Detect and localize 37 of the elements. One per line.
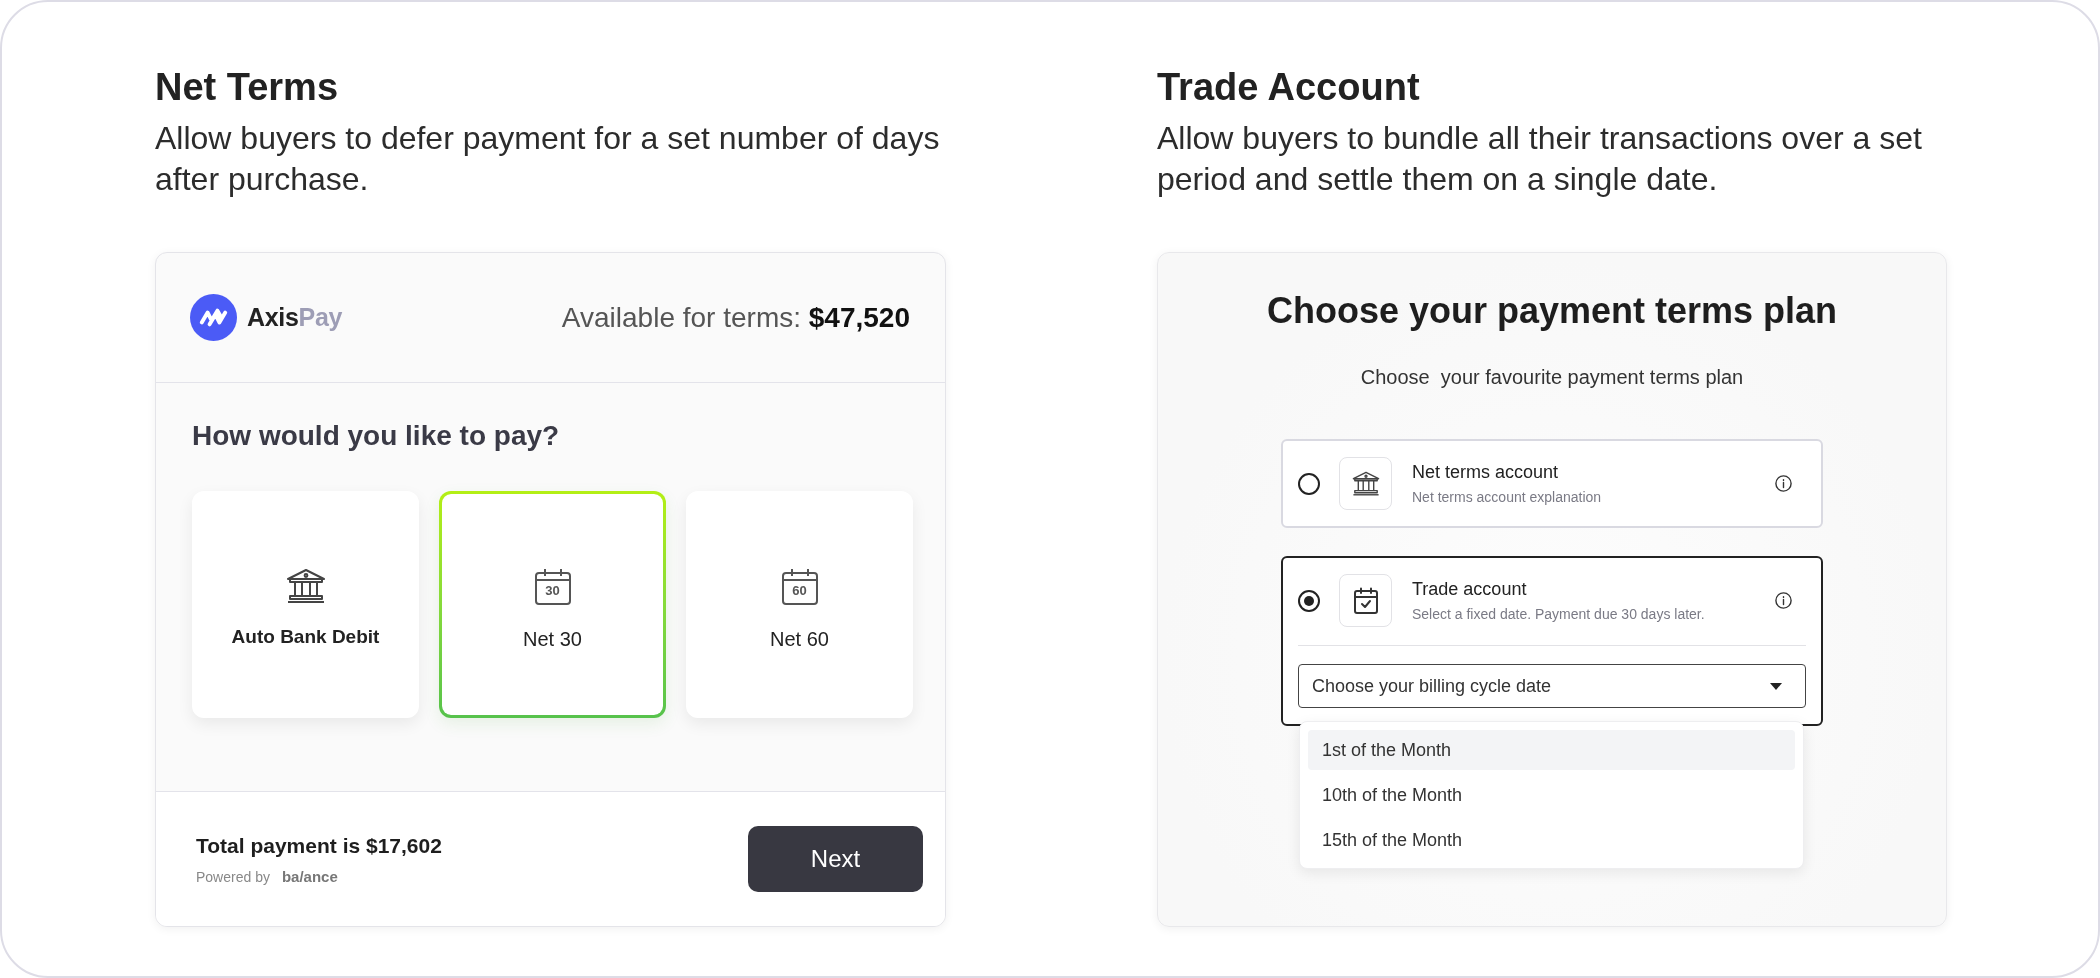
payment-question: How would you like to pay? xyxy=(192,419,561,453)
logo-icon xyxy=(190,294,237,341)
section-description: Allow buyers to bundle all their transactions over a set period and settle them on a single date. xyxy=(1157,119,1923,199)
caret-icon xyxy=(1770,682,1782,690)
dropdown-option[interactable]: 10th of the Month xyxy=(1308,775,1795,815)
calendar-icon xyxy=(533,568,572,606)
calendar-day: 30 xyxy=(545,583,560,599)
radio-button[interactable] xyxy=(1298,472,1320,495)
bank-icon xyxy=(1339,457,1392,510)
payment-option[interactable]: Auto Bank Debit xyxy=(192,491,419,718)
plan-title: Trade account xyxy=(1412,578,1527,600)
provider-name: ba/ance xyxy=(281,868,338,886)
payment-option[interactable]: 60 Net 60 xyxy=(686,491,913,718)
plan-title: Net terms account xyxy=(1412,461,1559,483)
calendar-day: 60 xyxy=(792,583,807,599)
dropdown-option[interactable]: 15th of the Month xyxy=(1308,820,1795,860)
section-title: Trade Account xyxy=(1157,65,1420,110)
calendar-check-icon xyxy=(1339,574,1392,627)
billing-cycle-select[interactable]: Choose your billing cycle date xyxy=(1298,664,1806,708)
section-title: Net Terms xyxy=(155,65,339,110)
info-icon[interactable] xyxy=(1775,475,1792,492)
powered-by-text: Powered by xyxy=(196,868,270,886)
section-description: Allow buyers to defer payment for a set number of days after purchase. xyxy=(155,119,941,199)
payment-option[interactable]: 30 Net 30 xyxy=(439,491,666,718)
calendar-icon xyxy=(780,568,819,606)
plan-description: Select a fixed date. Payment due 30 days later. xyxy=(1412,605,1705,623)
picker-subtitle: Choose your favourite payment terms plan xyxy=(1360,365,1744,390)
available-for-terms: Available for terms: $47,520 xyxy=(561,301,910,334)
next-button[interactable]: Next xyxy=(748,826,923,892)
picker-title: Choose your payment terms plan xyxy=(1266,289,1838,333)
brand-name: AxisPay xyxy=(247,303,343,332)
bank-icon xyxy=(285,568,326,604)
radio-button[interactable] xyxy=(1298,589,1320,612)
dropdown-option[interactable]: 1st of the Month xyxy=(1308,730,1795,770)
total-payment: Total payment is $17,602 xyxy=(196,833,442,859)
plan-description: Net terms account explanation xyxy=(1412,488,1602,506)
info-icon[interactable] xyxy=(1775,592,1792,609)
